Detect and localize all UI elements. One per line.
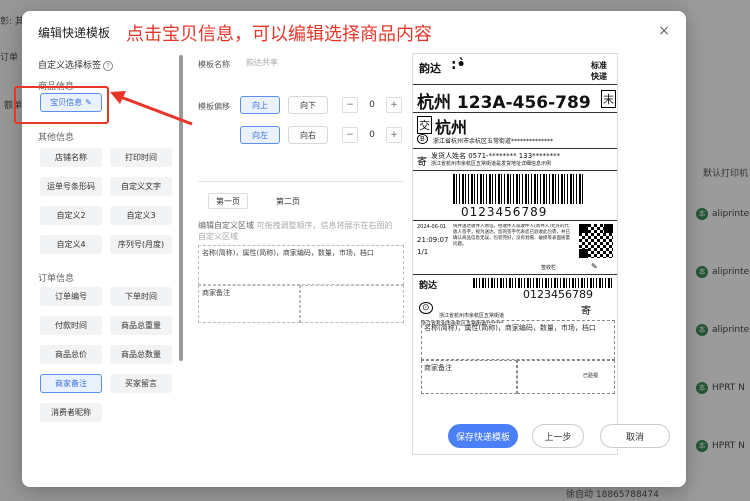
save-template-button[interactable]: 保存快递模板 bbox=[448, 424, 518, 448]
tab-page1[interactable]: 第一页 bbox=[208, 193, 248, 209]
circle-icon: ⊙ bbox=[419, 302, 433, 314]
annotation-highlight-box bbox=[14, 86, 109, 124]
label-divider bbox=[413, 112, 617, 113]
dest-city: 杭州 bbox=[435, 118, 468, 137]
plus-icon[interactable]: + bbox=[386, 97, 402, 113]
modal-title: 编辑快递模板 bbox=[38, 26, 111, 40]
tag-total-price[interactable]: 商品总价 bbox=[40, 345, 102, 364]
tab-page2[interactable]: 第二页 bbox=[268, 193, 308, 209]
recipient-address: 浙江省杭州市余杭区五常街道************** bbox=[433, 138, 554, 145]
preview-remark-area: 商家备注 bbox=[421, 360, 517, 394]
tag-panel-scrollbar[interactable] bbox=[179, 55, 183, 361]
offset-down-button[interactable]: 向下 bbox=[288, 96, 328, 114]
other-info-title: 其他信息 bbox=[38, 133, 75, 143]
tag-serial[interactable]: 序列号(月度) bbox=[110, 235, 172, 254]
offset-left-button[interactable]: 向左 bbox=[240, 126, 280, 144]
tag-total-weight[interactable]: 商品总重量 bbox=[110, 316, 172, 335]
label-divider bbox=[413, 274, 617, 275]
standard-label: 标准 bbox=[591, 61, 607, 70]
tag-pay-time[interactable]: 付款时间 bbox=[40, 316, 102, 335]
minus-icon[interactable]: − bbox=[342, 127, 358, 143]
pen-icon: ✎ bbox=[591, 262, 598, 271]
delivery-terms: 快件送达收件人地址，经收件人或收件人(寄件人)允许的代收人签字，视为送达。您的签… bbox=[453, 224, 570, 247]
piece-count: 1/1 bbox=[417, 248, 429, 256]
sender-address: 浙江省杭州市余杭区五常街道是发货地址详细信息示例 bbox=[431, 161, 552, 167]
sign-label: 签收栏 bbox=[541, 265, 557, 271]
label-divider bbox=[413, 220, 617, 221]
cancel-button[interactable]: 取消 bbox=[600, 424, 670, 448]
tag-custom4[interactable]: 自定义4 bbox=[40, 235, 102, 254]
offset-up-button[interactable]: 向上 bbox=[240, 96, 280, 114]
tag-barcode[interactable]: 运单号条形码 bbox=[40, 177, 102, 196]
custom-area-description: 编辑自定义区域 可拖拽调整顺序，信息将展示在右图的 自定义区域 bbox=[198, 221, 393, 241]
tag-custom2[interactable]: 自定义2 bbox=[40, 206, 102, 225]
custom-area-remark[interactable]: 商家备注 bbox=[198, 285, 300, 323]
tag-nickname[interactable]: 消费者昵称 bbox=[40, 403, 102, 422]
prev-step-button[interactable]: 上一步 bbox=[532, 424, 584, 448]
minus-icon[interactable]: − bbox=[342, 97, 358, 113]
tracking-number-2: 0123456789 bbox=[523, 288, 593, 301]
tag-custom-text[interactable]: 自定义文字 bbox=[110, 177, 172, 196]
tag-seller-remark[interactable]: 商家备注 bbox=[40, 374, 102, 393]
ji-badge-2: 寄 bbox=[581, 306, 591, 317]
route-code: 杭州 123A-456-789 bbox=[417, 93, 591, 113]
settings-panel: 模板名称 韵达共享 模板偏移 向上 向下 − 0 + 向左 向右 − 0 + 第… bbox=[192, 53, 410, 423]
preview-empty-area bbox=[517, 360, 615, 394]
plus-icon[interactable]: + bbox=[386, 127, 402, 143]
tag-shop-name[interactable]: 店铺名称 bbox=[40, 148, 102, 167]
template-name-label: 模板名称 bbox=[198, 60, 230, 69]
select-tags-label: 自定义选择标签? bbox=[38, 58, 114, 71]
qr-code bbox=[579, 224, 613, 258]
tag-order-no[interactable]: 订单编号 bbox=[40, 287, 102, 306]
annotation-text: 点击宝贝信息，可以编辑选择商品内容 bbox=[126, 24, 432, 45]
vertical-offset-stepper[interactable]: − 0 + bbox=[342, 96, 402, 114]
brand-smile-icon: :•̀ bbox=[451, 57, 466, 73]
template-name-input[interactable]: 韵达共享 bbox=[242, 55, 402, 71]
preview-item-area: 名称(简称)，属性(简称)，商家编码，数量，市场，档口 bbox=[421, 320, 615, 360]
vertical-offset-value: 0 bbox=[369, 100, 375, 110]
ji-badge: 寄 bbox=[417, 157, 427, 168]
help-icon[interactable]: ? bbox=[103, 61, 114, 71]
custom-area-empty[interactable] bbox=[300, 285, 404, 323]
custom-area-product[interactable]: 名称(简称)，属性(简称)，商家编码，数量，市场，档口 bbox=[198, 245, 404, 285]
main-barcode bbox=[453, 174, 583, 204]
tag-print-time[interactable]: 打印时间 bbox=[110, 148, 172, 167]
b-badge: B bbox=[417, 134, 428, 144]
label-preview: 韵达 :•̀ 标准 快递 杭州 123A-456-789 末 交 杭州 B 浙江… bbox=[412, 53, 618, 455]
horizontal-offset-value: 0 bbox=[369, 130, 375, 140]
brand-logo: 韵达 bbox=[419, 62, 441, 75]
offset-label: 模板偏移 bbox=[198, 102, 230, 111]
recipient-address-2: 浙江省杭州市余杭区五常街道 bbox=[439, 313, 505, 319]
close-icon[interactable]: × bbox=[658, 23, 670, 39]
tag-order-time[interactable]: 下单时间 bbox=[110, 287, 172, 306]
edit-template-modal: 编辑快递模板 × 自定义选择标签? 商品信息 宝贝信息 ✎ 其他信息 店铺名称 打… bbox=[22, 11, 686, 487]
express-label: 快递 bbox=[591, 72, 607, 81]
tag-buyer-message[interactable]: 买家留言 bbox=[110, 374, 172, 393]
label-divider bbox=[413, 170, 617, 171]
label-divider bbox=[413, 84, 617, 85]
horizontal-offset-stepper[interactable]: − 0 + bbox=[342, 126, 402, 144]
secondary-barcode bbox=[473, 278, 613, 288]
tag-custom3[interactable]: 自定义3 bbox=[110, 206, 172, 225]
mo-badge: 末 bbox=[601, 90, 616, 108]
printed-label: 已验视 bbox=[583, 373, 599, 379]
order-info-title: 订单信息 bbox=[38, 274, 75, 284]
brand-logo-small: 韵达 bbox=[419, 281, 438, 291]
print-date: 2024-06-01 bbox=[417, 224, 447, 230]
print-time: 21:09:07 bbox=[417, 236, 449, 244]
jiao-badge: 交 bbox=[417, 116, 432, 134]
divider bbox=[198, 181, 404, 182]
tracking-number: 0123456789 bbox=[461, 205, 548, 219]
tag-total-qty[interactable]: 商品总数量 bbox=[110, 345, 172, 364]
label-divider bbox=[413, 148, 617, 149]
offset-right-button[interactable]: 向右 bbox=[288, 126, 328, 144]
